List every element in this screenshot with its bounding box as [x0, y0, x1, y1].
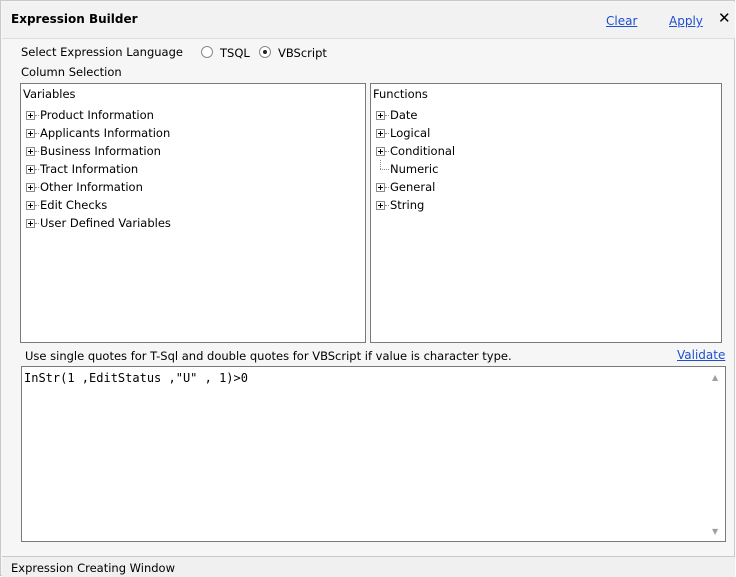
vbscript-radio[interactable]: [259, 46, 271, 58]
tsql-radio[interactable]: [201, 46, 213, 58]
tree-node-general[interactable]: General: [376, 178, 455, 196]
quote-hint-text: Use single quotes for T-Sql and double q…: [25, 349, 512, 363]
tsql-radio-label[interactable]: TSQL: [220, 46, 250, 60]
expand-icon[interactable]: [376, 201, 385, 210]
vbscript-radio-label[interactable]: VBScript: [278, 46, 327, 60]
status-text: Expression Creating Window: [11, 561, 175, 575]
functions-header: Functions: [373, 87, 428, 101]
variables-header: Variables: [23, 87, 76, 101]
tree-node-business-information[interactable]: Business Information: [26, 142, 171, 160]
status-bar: Expression Creating Window: [2, 556, 735, 577]
close-icon[interactable]: ✕: [718, 10, 731, 26]
expand-icon[interactable]: [376, 111, 385, 120]
functions-tree: Date Logical Conditional Numeric General…: [376, 106, 455, 214]
scroll-down-icon[interactable]: ▼: [712, 527, 718, 536]
variables-panel: Variables Product Information Applicants…: [20, 83, 366, 343]
expression-editor[interactable]: InStr(1 ,EditStatus ,"U" , 1)>0 ▲ ▼: [21, 366, 726, 542]
tree-node-numeric[interactable]: Numeric: [376, 160, 455, 178]
expand-icon[interactable]: [26, 129, 35, 138]
expand-icon[interactable]: [26, 111, 35, 120]
expand-icon[interactable]: [26, 201, 35, 210]
expand-icon[interactable]: [26, 183, 35, 192]
tree-node-date[interactable]: Date: [376, 106, 455, 124]
window-title: Expression Builder: [11, 12, 138, 26]
validate-button[interactable]: Validate: [677, 348, 725, 362]
expand-icon[interactable]: [26, 219, 35, 228]
scroll-up-icon[interactable]: ▲: [712, 373, 718, 382]
expand-icon[interactable]: [26, 165, 35, 174]
tree-node-user-defined-variables[interactable]: User Defined Variables: [26, 214, 171, 232]
variables-tree: Product Information Applicants Informati…: [26, 106, 171, 232]
tree-node-logical[interactable]: Logical: [376, 124, 455, 142]
expand-icon[interactable]: [376, 183, 385, 192]
tree-node-string[interactable]: String: [376, 196, 455, 214]
expand-icon[interactable]: [376, 147, 385, 156]
expression-text[interactable]: InStr(1 ,EditStatus ,"U" , 1)>0: [24, 371, 248, 385]
editor-scrollbar[interactable]: ▲ ▼: [708, 367, 725, 541]
clear-button[interactable]: Clear: [606, 14, 637, 28]
expand-icon[interactable]: [26, 147, 35, 156]
expand-icon[interactable]: [376, 129, 385, 138]
tree-node-product-information[interactable]: Product Information: [26, 106, 171, 124]
expression-builder-window: Expression Builder Clear Apply ✕ Select …: [0, 0, 735, 577]
apply-button[interactable]: Apply: [669, 14, 703, 28]
functions-panel: Functions Date Logical Conditional Numer…: [370, 83, 722, 343]
tree-node-tract-information[interactable]: Tract Information: [26, 160, 171, 178]
tree-node-other-information[interactable]: Other Information: [26, 178, 171, 196]
tree-node-edit-checks[interactable]: Edit Checks: [26, 196, 171, 214]
title-bar: Expression Builder Clear Apply ✕: [2, 2, 735, 39]
column-selection-label: Column Selection: [21, 65, 122, 79]
tree-node-conditional[interactable]: Conditional: [376, 142, 455, 160]
tree-node-applicants-information[interactable]: Applicants Information: [26, 124, 171, 142]
language-label: Select Expression Language: [21, 45, 183, 59]
